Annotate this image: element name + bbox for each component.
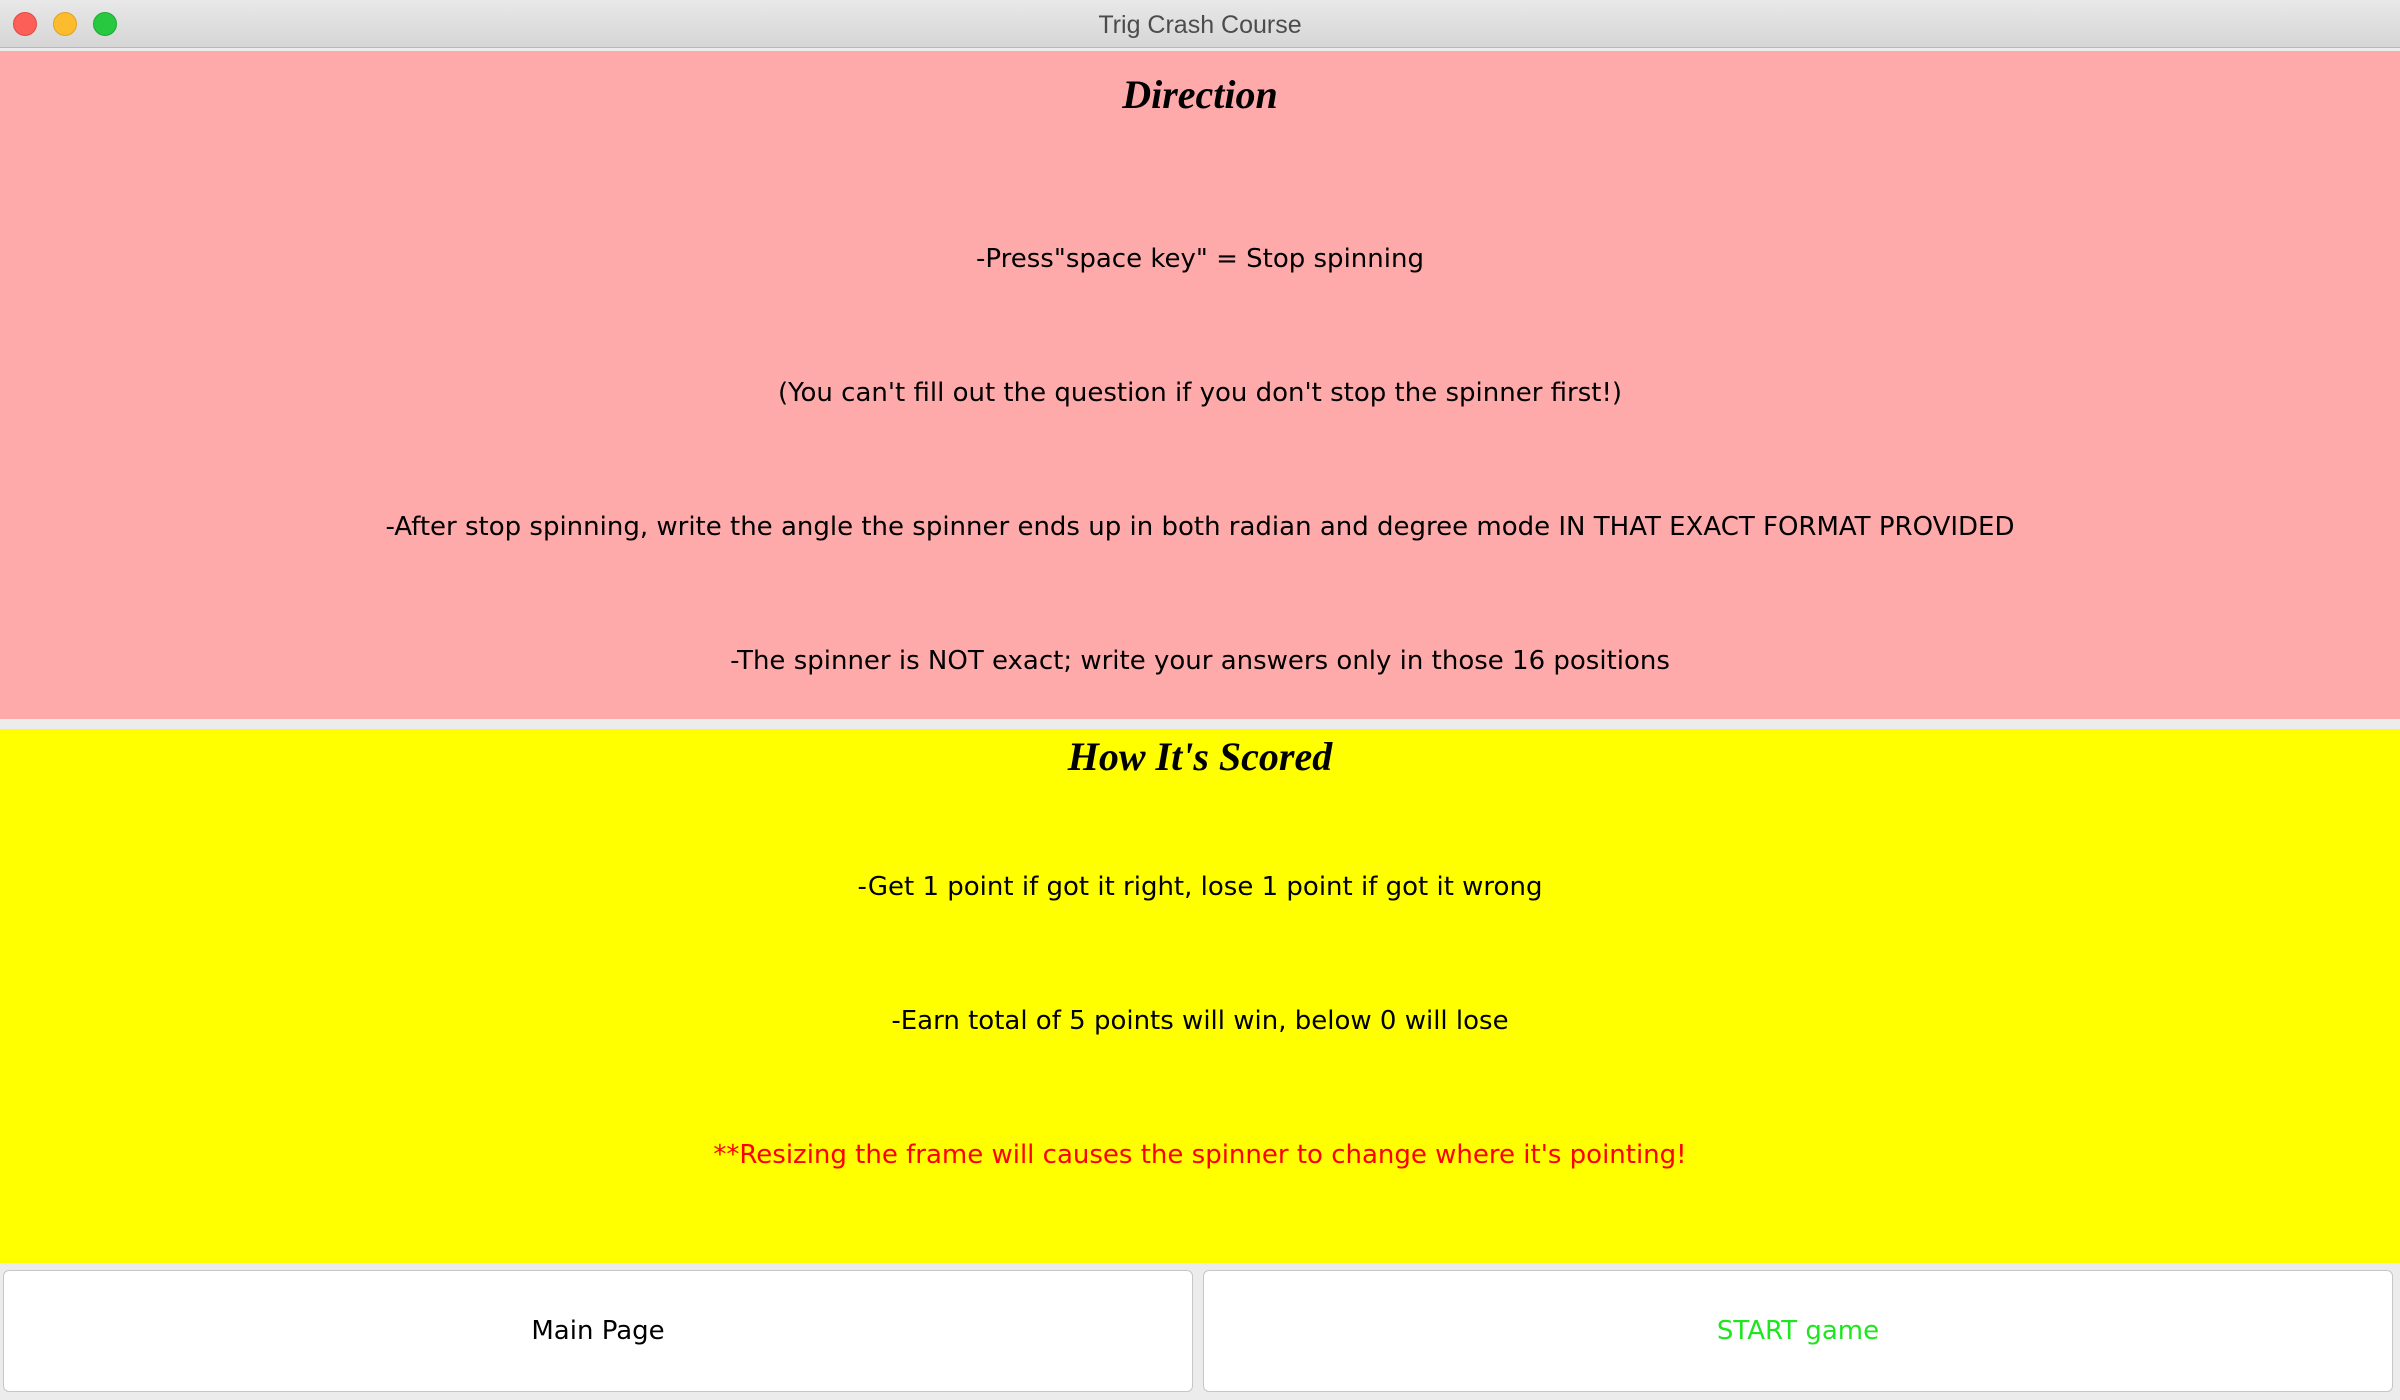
scoring-panel: How It's Scored -Get 1 point if got it r… <box>0 729 2400 1263</box>
scoring-heading: How It's Scored <box>1067 734 1333 779</box>
main-page-button[interactable]: Main Page <box>3 1270 1193 1392</box>
direction-line-answer-format: -After stop spinning, write the angle th… <box>385 512 2015 542</box>
button-bar: Main Page START game <box>0 1263 2400 1400</box>
direction-line-space-key: -Press"space key" = Stop spinning <box>976 244 1424 274</box>
window-title: Trig Crash Course <box>1098 11 1302 39</box>
window-title-bar[interactable]: Trig Crash Course <box>0 0 2400 48</box>
scoring-line-points: -Get 1 point if got it right, lose 1 poi… <box>857 872 1543 902</box>
direction-panel: Direction -Press"space key" = Stop spinn… <box>0 51 2400 719</box>
scoring-line-win-lose: -Earn total of 5 points will win, below … <box>891 1006 1509 1036</box>
start-game-button[interactable]: START game <box>1203 1270 2393 1392</box>
resize-warning: **Resizing the frame will causes the spi… <box>713 1140 1687 1170</box>
direction-line-stop-first: (You can't fill out the question if you … <box>777 378 1623 408</box>
direction-line-positions: -The spinner is NOT exact; write your an… <box>730 646 1670 676</box>
direction-heading: Direction <box>1122 72 1278 117</box>
